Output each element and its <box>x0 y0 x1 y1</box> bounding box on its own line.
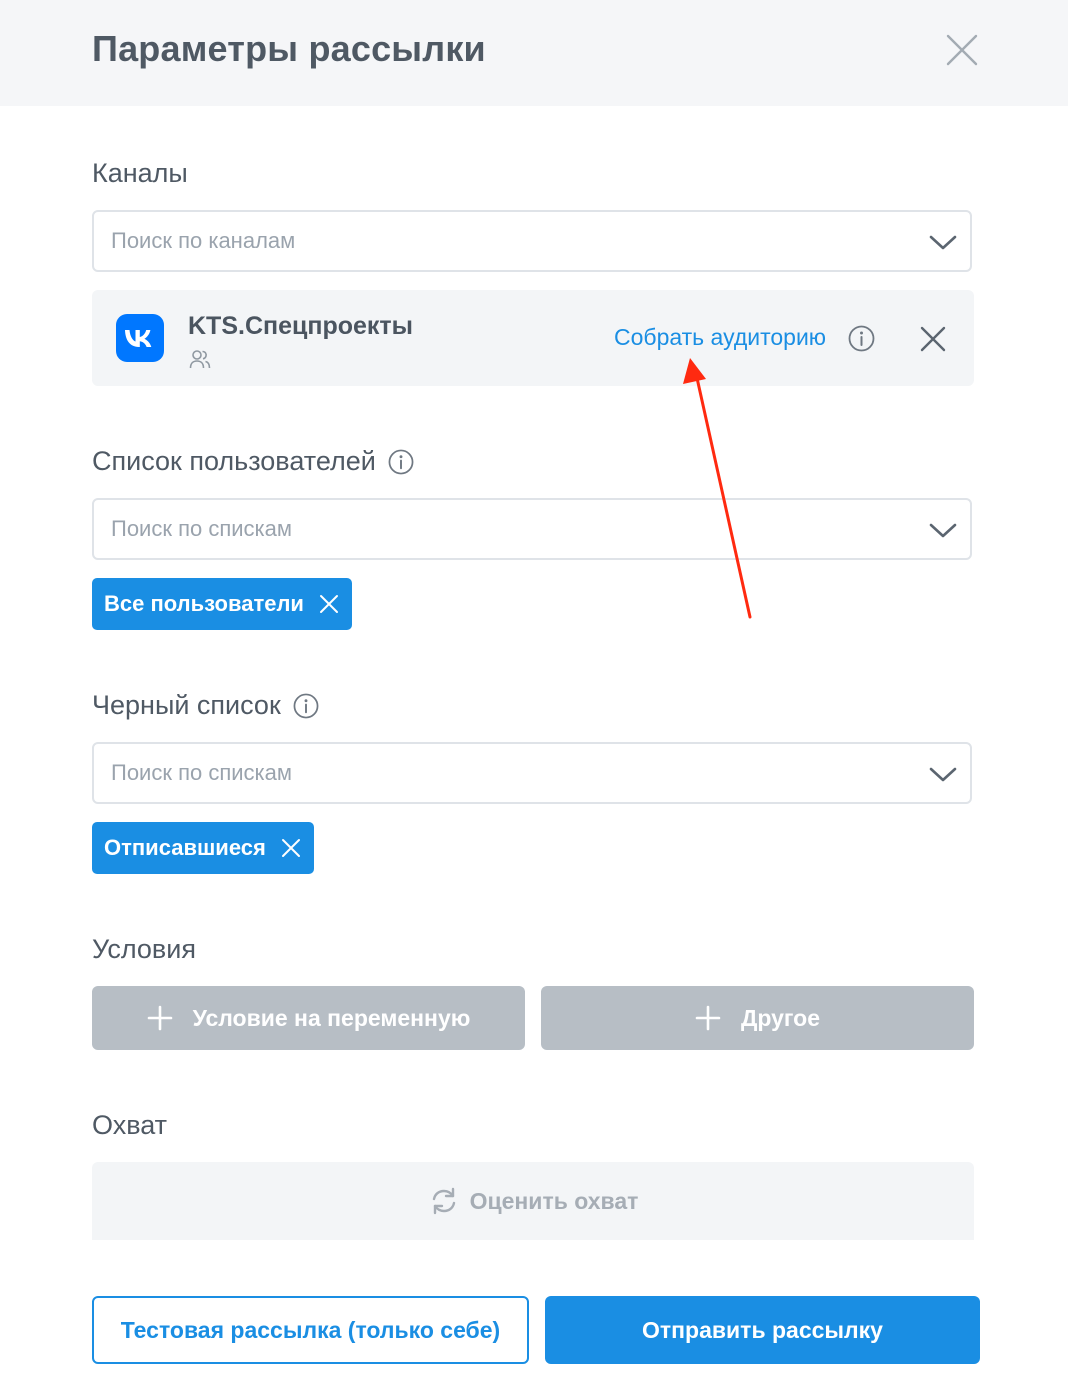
chip-label: Все пользователи <box>104 591 304 616</box>
info-icon[interactable] <box>848 325 875 352</box>
user-list-search-placeholder: Поиск по спискам <box>111 516 293 541</box>
blacklist-label: Черный список <box>92 690 319 721</box>
channels-label: Каналы <box>92 158 188 189</box>
blacklist-search-placeholder: Поиск по спискам <box>111 760 293 785</box>
user-list-label: Список пользователей <box>92 446 414 477</box>
user-list-chip: Все пользователи <box>92 578 352 630</box>
estimate-reach-button[interactable]: Оценить охват <box>92 1162 974 1240</box>
chevron-down-icon[interactable] <box>928 762 958 786</box>
channel-name: KTS.Спецпроекты <box>188 312 414 340</box>
vk-logo-icon <box>116 314 164 362</box>
conditions-label: Условия <box>92 934 196 965</box>
reach-label-text: Охват <box>92 1110 168 1140</box>
users-icon <box>189 348 211 370</box>
reach-label: Охват <box>92 1110 167 1141</box>
test-mailing-button[interactable]: Тестовая рассылка (только себе) <box>92 1296 529 1364</box>
close-icon[interactable] <box>944 32 980 68</box>
test-mailing-label: Тестовая рассылка (только себе) <box>120 1316 501 1343</box>
plus-icon <box>147 1005 173 1031</box>
channels-label-text: Каналы <box>92 158 188 188</box>
conditions-label-text: Условия <box>92 934 196 964</box>
refresh-icon <box>428 1185 460 1217</box>
channels-search-placeholder: Поиск по каналам <box>111 228 296 253</box>
chevron-down-icon[interactable] <box>928 518 958 542</box>
remove-chip-icon[interactable] <box>318 593 340 615</box>
chevron-down-icon[interactable] <box>928 230 958 254</box>
collect-audience-link[interactable]: Собрать аудиторию <box>614 324 826 351</box>
info-icon[interactable] <box>388 449 414 475</box>
remove-channel-icon[interactable] <box>918 324 948 354</box>
plus-icon <box>695 1005 721 1031</box>
add-other-condition-button[interactable]: Другое <box>541 986 974 1050</box>
add-variable-condition-button[interactable]: Условие на переменную <box>92 986 525 1050</box>
estimate-reach-label: Оценить охват <box>469 1187 639 1214</box>
remove-chip-icon[interactable] <box>280 837 302 859</box>
modal-header: Параметры рассылки <box>0 0 1068 106</box>
add-variable-condition-label: Условие на переменную <box>192 1004 471 1031</box>
channels-search-select[interactable]: Поиск по каналам <box>92 210 972 272</box>
send-mailing-label: Отправить рассылку <box>642 1316 883 1343</box>
info-icon[interactable] <box>293 693 319 719</box>
add-other-condition-label: Другое <box>740 1004 821 1031</box>
user-list-label-text: Список пользователей <box>92 446 376 476</box>
modal-title: Параметры рассылки <box>92 28 486 69</box>
chip-label: Отписавшиеся <box>104 835 266 860</box>
user-list-search-select[interactable]: Поиск по спискам <box>92 498 972 560</box>
blacklist-label-text: Черный список <box>92 690 281 720</box>
selected-channel-card: KTS.Спецпроекты Собрать аудиторию <box>92 290 974 386</box>
send-mailing-button[interactable]: Отправить рассылку <box>545 1296 980 1364</box>
blacklist-search-select[interactable]: Поиск по спискам <box>92 742 972 804</box>
blacklist-chip: Отписавшиеся <box>92 822 314 874</box>
